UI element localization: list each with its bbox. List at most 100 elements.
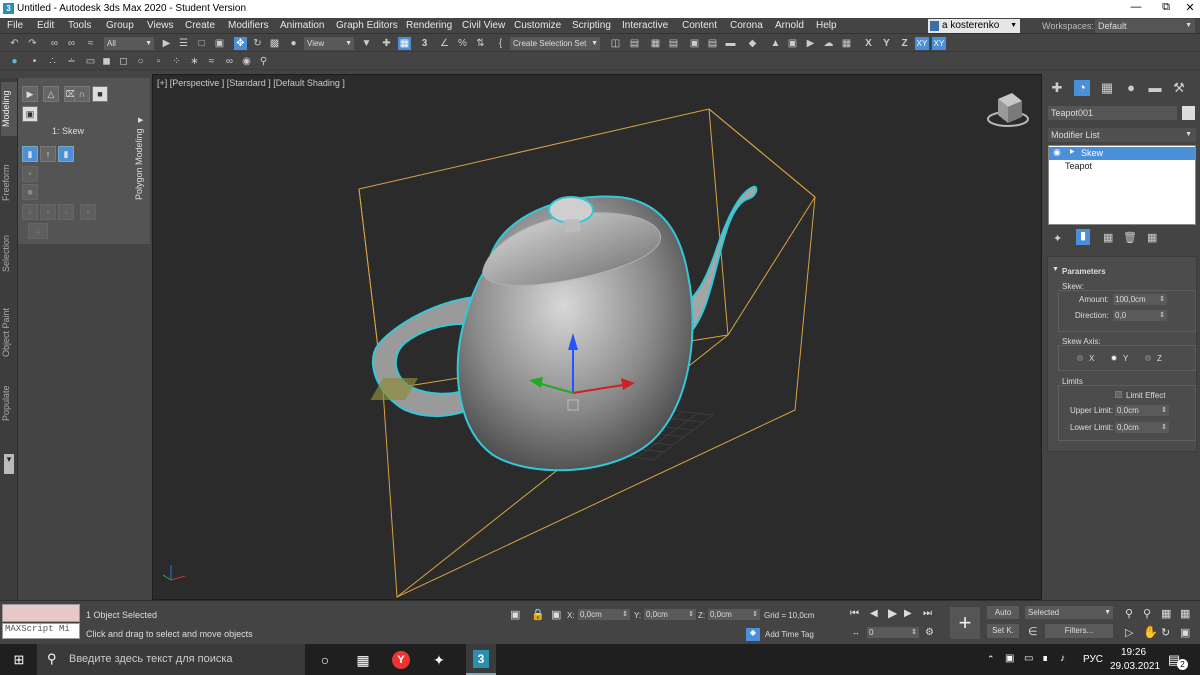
spinner-arrows-icon[interactable]: ⇕: [1161, 422, 1167, 433]
redo-icon[interactable]: ↷: [26, 37, 39, 50]
tray-battery-icon[interactable]: ▭: [1024, 653, 1033, 664]
cortana-icon[interactable]: ○: [316, 651, 334, 669]
tray-network-icon[interactable]: ∎: [1042, 653, 1048, 664]
play-icon[interactable]: ▶: [888, 606, 897, 620]
curve-editor-icon[interactable]: ▤: [706, 37, 719, 50]
a360-icon[interactable]: ▦: [840, 37, 853, 50]
unlink-icon[interactable]: ∞: [65, 37, 78, 50]
time-tag-icon[interactable]: ◆: [746, 628, 760, 641]
axis-z-radio[interactable]: [1145, 355, 1151, 361]
clock-date[interactable]: 29.03.2021: [1110, 661, 1160, 672]
y-spinner[interactable]: 0,0cm ⇕: [644, 609, 696, 620]
axis-y-button[interactable]: Y: [880, 37, 893, 50]
pin-stack-icon[interactable]: ▮: [58, 146, 74, 162]
set-key-icon[interactable]: +: [950, 607, 980, 639]
chevron-right-icon[interactable]: ▶: [138, 116, 143, 124]
spinner-arrows-icon[interactable]: ⇕: [1159, 310, 1165, 321]
yandex-browser-icon[interactable]: Y: [392, 651, 410, 669]
select-scale-icon[interactable]: ▩: [268, 37, 281, 50]
make-unique-icon[interactable]: ▦: [1103, 231, 1113, 244]
pivot-center-icon[interactable]: ▼: [360, 37, 373, 50]
menu-graph-editors[interactable]: Graph Editors: [336, 20, 398, 31]
spinner-arrows-icon[interactable]: ⇕: [622, 609, 628, 620]
z-spinner[interactable]: 0,0cm ⇕: [708, 609, 760, 620]
ribbon-toggle-icon[interactable]: ▣: [688, 37, 701, 50]
menu-create[interactable]: Create: [185, 20, 215, 31]
tab-object-paint[interactable]: Object Paint: [1, 300, 17, 364]
wave-icon[interactable]: ≈: [205, 55, 218, 68]
auto-key-button[interactable]: Auto: [987, 606, 1019, 619]
lower-limit-spinner[interactable]: 0,0cm ⇕: [1115, 422, 1169, 433]
subobj-mode-icon[interactable]: ▫: [80, 204, 96, 220]
lock-icon[interactable]: 🔒: [531, 608, 545, 621]
maximize-button[interactable]: ⧉: [1158, 1, 1174, 17]
object-name-field[interactable]: Teapot001: [1048, 106, 1177, 120]
menu-group[interactable]: Group: [106, 20, 134, 31]
layer-explorer-icon[interactable]: ▤: [667, 37, 680, 50]
next-frame-icon[interactable]: ▶: [904, 608, 912, 619]
time-config-icon[interactable]: ⚙: [925, 627, 934, 638]
rect-selection-icon[interactable]: □: [195, 37, 208, 50]
maximize-viewport-icon[interactable]: ▣: [1180, 626, 1190, 639]
x-spinner[interactable]: 0,0cm ⇕: [578, 609, 630, 620]
axis-y-radio[interactable]: [1111, 355, 1117, 361]
render-frame-icon[interactable]: ▣: [786, 37, 799, 50]
close-button[interactable]: ✕: [1182, 1, 1198, 17]
bind-spacewarp-icon[interactable]: ≈: [84, 37, 97, 50]
element-mode-icon[interactable]: ▫: [58, 204, 74, 220]
angle-snap-icon[interactable]: ∠: [438, 37, 451, 50]
current-frame-spinner[interactable]: 0 ⇕: [867, 627, 919, 638]
select-rotate-icon[interactable]: ↻: [251, 37, 264, 50]
place-icon[interactable]: ●: [287, 37, 300, 50]
ring-icon[interactable]: ∗: [188, 55, 201, 68]
menu-tools[interactable]: Tools: [68, 20, 91, 31]
select-manipulate-icon[interactable]: ✚: [380, 37, 393, 50]
vertex-mode-icon[interactable]: •: [22, 166, 38, 182]
select-tool-icon[interactable]: ▶: [22, 86, 38, 102]
menu-modifiers[interactable]: Modifiers: [228, 20, 269, 31]
render-icon[interactable]: ▶: [804, 37, 817, 50]
polygon-modeling-tab[interactable]: Polygon Modeling: [134, 118, 150, 210]
material-editor-icon[interactable]: ◆: [746, 37, 759, 50]
element-icon[interactable]: ◻: [117, 55, 130, 68]
cube-icon[interactable]: ▣: [22, 106, 38, 122]
ref-coord-dropdown[interactable]: View ▼: [304, 37, 354, 50]
menu-rendering[interactable]: Rendering: [406, 20, 452, 31]
spinner-arrows-icon[interactable]: ⇕: [911, 627, 917, 638]
tray-chevron-icon[interactable]: ⌃: [987, 654, 995, 665]
stack-up-icon[interactable]: ↑: [40, 146, 56, 162]
link-icon[interactable]: ∞: [48, 37, 61, 50]
maxscript-mini-listener[interactable]: MAXScript Mi: [2, 623, 80, 639]
stack-item-teapot[interactable]: Teapot: [1065, 161, 1092, 171]
edit-named-selection-icon[interactable]: {: [494, 37, 507, 50]
spinner-arrows-icon[interactable]: ⇕: [688, 609, 694, 620]
show-end-result-icon[interactable]: ▮: [22, 146, 38, 162]
border-mode-icon[interactable]: ▫: [22, 204, 38, 220]
zoom-all-icon[interactable]: ⚲: [1143, 607, 1151, 620]
isolate-icon[interactable]: ▣: [510, 608, 520, 621]
rollout-collapse-icon[interactable]: ▼: [1052, 266, 1059, 273]
filters-button[interactable]: Filters...: [1045, 624, 1113, 638]
loop-icon[interactable]: ∞: [223, 55, 236, 68]
taskbar-3dsmax[interactable]: 3: [466, 644, 496, 675]
modifier-list-dropdown[interactable]: Modifier List ▼: [1048, 128, 1196, 142]
hierarchy-tab-icon[interactable]: ▦: [1099, 80, 1115, 96]
square-icon[interactable]: ▫: [152, 55, 165, 68]
polygon-icon[interactable]: ◼: [100, 55, 113, 68]
tray-volume-icon[interactable]: ♪: [1060, 653, 1065, 664]
percent-snap-icon[interactable]: %: [456, 37, 469, 50]
ring-mode-icon[interactable]: ○: [28, 223, 48, 239]
render-cloud-icon[interactable]: ☁: [822, 37, 835, 50]
chevron-right-icon[interactable]: ▶: [1070, 148, 1075, 155]
select-move-icon[interactable]: ✥: [234, 37, 247, 50]
zoom-extents-all-icon[interactable]: ▦: [1180, 607, 1190, 620]
goto-end-icon[interactable]: ⏭: [923, 608, 932, 619]
pin-stack-icon[interactable]: ✦: [1053, 232, 1062, 245]
windows-start-icon[interactable]: ⊞: [10, 651, 28, 669]
menu-scripting[interactable]: Scripting: [572, 20, 611, 31]
maxscript-listener-top[interactable]: [2, 604, 80, 622]
limit-effect-checkbox[interactable]: [1115, 391, 1122, 398]
clock-time[interactable]: 19:26: [1121, 647, 1146, 658]
tray-device-icon[interactable]: ▣: [1005, 653, 1014, 664]
tab-modeling[interactable]: Modeling: [1, 82, 17, 136]
